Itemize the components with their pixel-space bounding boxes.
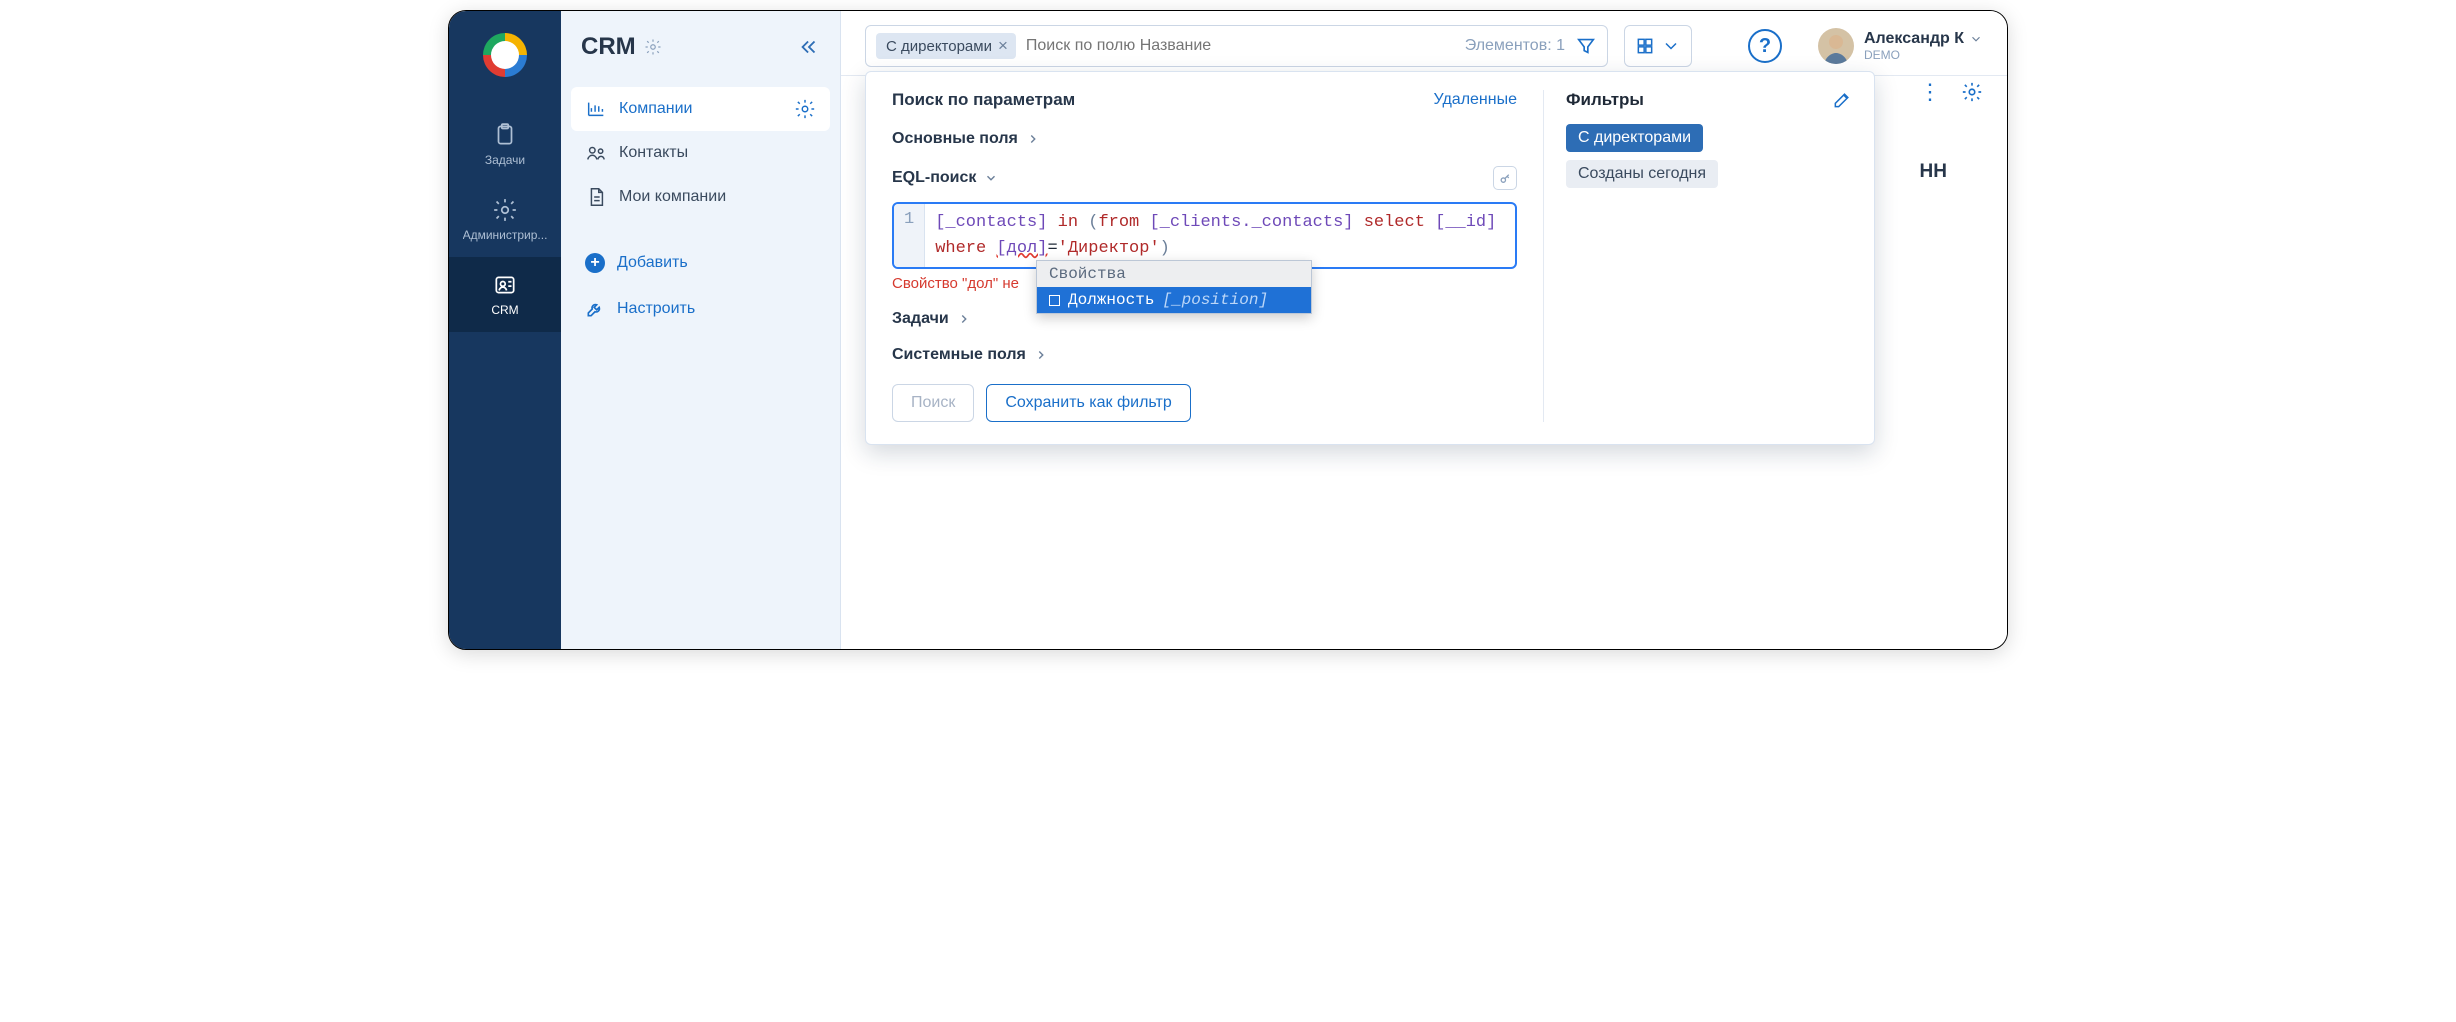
sidebar-title: CRM: [581, 33, 636, 61]
filters-title: Фильтры: [1566, 90, 1644, 110]
autocomplete-code: [_position]: [1162, 291, 1268, 309]
chip-remove-icon[interactable]: ×: [996, 36, 1010, 56]
sidebar-item-label: Мои компании: [619, 188, 726, 206]
sidebar-item-my-companies[interactable]: Мои компании: [571, 175, 830, 219]
autocomplete-item[interactable]: Должность [_position]: [1037, 287, 1311, 313]
more-icon[interactable]: ⋮: [1919, 79, 1943, 105]
autocomplete-header: Свойства: [1037, 261, 1311, 287]
section-label: EQL-поиск: [892, 169, 976, 187]
key-icon: [1499, 172, 1512, 185]
section-basic-fields[interactable]: Основные поля: [892, 130, 1517, 148]
user-menu[interactable]: Александр К DEMO: [1818, 28, 1983, 64]
save-as-filter-button[interactable]: Сохранить как фильтр: [986, 384, 1190, 422]
line-gutter: 1: [894, 204, 925, 267]
grid-icon: [1635, 36, 1655, 56]
action-label: Добавить: [617, 254, 688, 272]
search-input[interactable]: [1026, 37, 1455, 55]
sidebar-item-label: Контакты: [619, 144, 688, 162]
view-switcher[interactable]: [1624, 25, 1692, 67]
plus-circle-icon: +: [585, 253, 605, 273]
field-type-icon: [1049, 295, 1060, 306]
chevron-right-icon: [1026, 132, 1040, 146]
add-button[interactable]: + Добавить: [571, 243, 830, 283]
search-params-panel: Поиск по параметрам Удаленные Основные п…: [865, 71, 1875, 445]
avatar-icon: [1818, 28, 1854, 64]
contact-card-icon: [492, 272, 518, 298]
content-toolbar: ⋮: [1919, 79, 1983, 105]
app-window: Задачи Администрир... CRM CRM Компании К: [448, 10, 2008, 650]
chevron-right-icon: [957, 312, 971, 326]
eql-editor[interactable]: 1 [_contacts] in (from [_clients._contac…: [892, 202, 1517, 269]
action-label: Настроить: [617, 300, 695, 318]
filter-chip[interactable]: С директорами ×: [876, 33, 1016, 59]
rail-item-tasks[interactable]: Задачи: [449, 107, 561, 182]
sidebar-item-companies[interactable]: Компании: [571, 87, 830, 131]
section-label: Системные поля: [892, 346, 1026, 364]
deleted-link[interactable]: Удаленные: [1434, 91, 1517, 109]
gear-icon[interactable]: [794, 98, 816, 120]
user-org: DEMO: [1864, 48, 1983, 62]
sidebar-item-label: Компании: [619, 100, 693, 118]
chevron-down-icon: [1969, 32, 1983, 46]
truncated-col-header: НН: [1920, 161, 1947, 183]
panel-left: Поиск по параметрам Удаленные Основные п…: [866, 90, 1544, 422]
eql-code[interactable]: [_contacts] in (from [_clients._contacts…: [925, 204, 1515, 267]
section-label: Основные поля: [892, 130, 1018, 148]
sidebar-actions: + Добавить Настроить: [561, 243, 840, 329]
section-label: Задачи: [892, 310, 949, 328]
chip-label: С директорами: [886, 38, 992, 55]
topbar: С директорами × Элементов: 1 ? Александр…: [841, 11, 2007, 76]
rail-label: Администрир...: [463, 228, 548, 242]
sidebar: CRM Компании Контакты Мои компании + Доб…: [561, 11, 841, 649]
document-icon: [585, 186, 607, 208]
gear-icon[interactable]: [1961, 81, 1983, 103]
rail-label: CRM: [491, 303, 518, 317]
clipboard-icon: [492, 122, 518, 148]
panel-title: Поиск по параметрам: [892, 90, 1075, 110]
sidebar-nav: Компании Контакты Мои компании: [561, 87, 840, 219]
user-name: Александр К: [1864, 30, 1964, 48]
chevron-right-icon: [1034, 348, 1048, 362]
gear-icon[interactable]: [644, 38, 662, 56]
section-system-fields[interactable]: Системные поля: [892, 346, 1517, 364]
help-button[interactable]: ?: [1748, 29, 1782, 63]
search-button[interactable]: Поиск: [892, 384, 974, 422]
rail-item-admin[interactable]: Администрир...: [449, 182, 561, 257]
gear-icon: [492, 197, 518, 223]
autocomplete-label: Должность: [1068, 291, 1154, 309]
funnel-icon[interactable]: [1575, 35, 1597, 57]
wrench-icon: [585, 299, 605, 319]
nav-rail: Задачи Администрир... CRM: [449, 11, 561, 649]
people-icon: [585, 142, 607, 164]
rail-item-crm[interactable]: CRM: [449, 257, 561, 332]
main-area: С директорами × Элементов: 1 ? Александр…: [841, 11, 2007, 649]
sidebar-header: CRM: [561, 11, 840, 87]
search-box[interactable]: С директорами × Элементов: 1: [865, 25, 1608, 67]
avatar: [1818, 28, 1854, 64]
result-count: Элементов: 1: [1465, 37, 1565, 55]
filter-tag[interactable]: Созданы сегодня: [1566, 160, 1718, 188]
panel-right-filters: Фильтры С директорами Созданы сегодня: [1544, 90, 1874, 422]
autocomplete-popup: Свойства Должность [_position]: [1036, 260, 1312, 314]
help-hint-button[interactable]: [1493, 166, 1517, 190]
chevron-down-icon: [1661, 36, 1681, 56]
configure-button[interactable]: Настроить: [571, 289, 830, 329]
sidebar-item-contacts[interactable]: Контакты: [571, 131, 830, 175]
rail-label: Задачи: [485, 153, 525, 167]
filter-tag-active[interactable]: С директорами: [1566, 124, 1703, 152]
section-eql-search[interactable]: EQL-поиск: [892, 166, 1517, 190]
chevron-down-icon: [984, 171, 998, 185]
chart-icon: [585, 98, 607, 120]
pencil-icon[interactable]: [1832, 90, 1852, 110]
collapse-sidebar-icon[interactable]: [798, 36, 820, 58]
app-logo: [483, 33, 527, 77]
